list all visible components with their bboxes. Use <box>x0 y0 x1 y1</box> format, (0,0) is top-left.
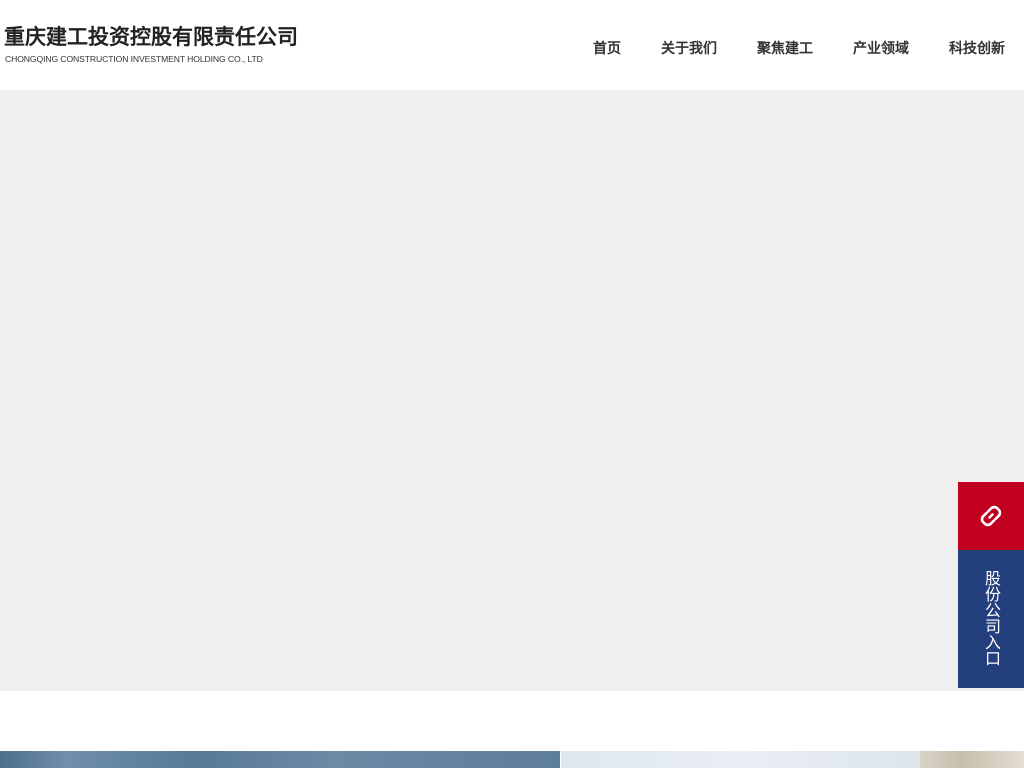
nav-item-focus[interactable]: 聚焦建工 <box>757 38 813 60</box>
nav-item-technology[interactable]: 科技创新 <box>949 38 1005 60</box>
site-header: 重庆建工投资控股有限责任公司 CHONGQING CONSTRUCTION IN… <box>0 0 1024 90</box>
share-company-entry-label: 股份公司入口 <box>982 570 1001 666</box>
nav-item-about[interactable]: 关于我们 <box>661 38 717 60</box>
hero-banner <box>0 90 1024 691</box>
nav-item-industry[interactable]: 产业领域 <box>853 38 909 60</box>
quick-link-button[interactable] <box>958 482 1024 550</box>
news-image-1[interactable] <box>0 751 560 768</box>
nav-item-home[interactable]: 首页 <box>593 38 621 60</box>
share-company-entry-button[interactable]: 股份公司入口 <box>958 550 1024 688</box>
main-nav: 首页 关于我们 聚焦建工 产业领域 科技创新 <box>0 38 1024 60</box>
floating-side-panel: 股份公司入口 <box>958 482 1024 688</box>
link-icon <box>980 505 1002 527</box>
section-spacer <box>0 691 1024 751</box>
news-image-2[interactable] <box>561 751 920 768</box>
news-image-3[interactable] <box>920 751 1024 768</box>
